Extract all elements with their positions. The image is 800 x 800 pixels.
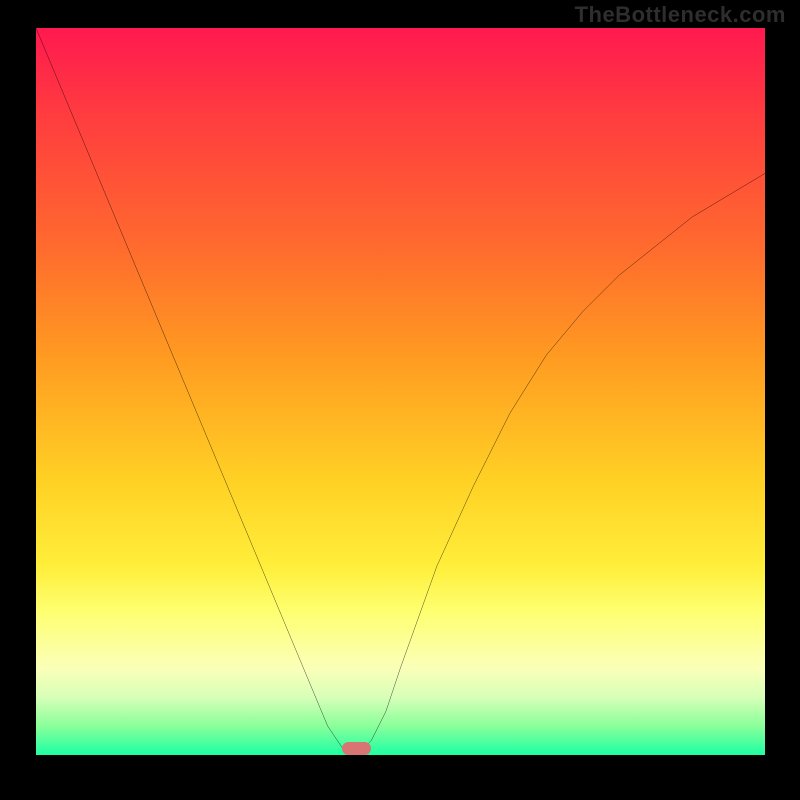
- optimal-marker: [342, 742, 371, 755]
- curve-path: [36, 28, 765, 755]
- chart-frame: TheBottleneck.com: [0, 0, 800, 800]
- bottleneck-curve: [36, 28, 765, 755]
- watermark-text: TheBottleneck.com: [575, 2, 786, 28]
